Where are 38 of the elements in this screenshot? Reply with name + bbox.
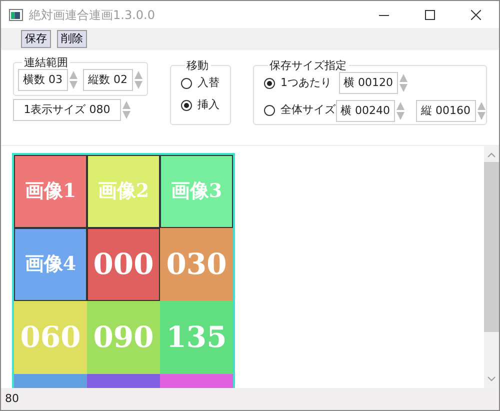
spin-field[interactable]: 縦数 02 <box>83 69 132 91</box>
group-label: 移動 <box>186 59 210 72</box>
spin-arrows-icon[interactable] <box>399 73 408 93</box>
radio-label: 1つあたり <box>280 74 332 91</box>
spin-field[interactable]: 横 00120 <box>338 72 398 94</box>
spin-field[interactable]: 横数 03 <box>18 69 68 91</box>
scroll-down-icon[interactable] <box>487 376 496 382</box>
group-label: 連結範囲 <box>23 56 69 69</box>
spin-arrows-icon[interactable] <box>122 100 131 120</box>
spin-field[interactable]: 横 00240 <box>336 100 395 122</box>
radio-label: 全体サイズ <box>280 102 336 118</box>
radio-label: 入替 <box>198 74 220 91</box>
image-tile[interactable]: 画像1 <box>14 155 87 228</box>
radio-button[interactable] <box>180 78 192 88</box>
app-icon <box>9 8 23 20</box>
status-bar: 80 <box>1 388 499 410</box>
radio-button[interactable] <box>264 105 274 116</box>
spin-field[interactable]: 1表示サイズ 080 <box>13 98 121 121</box>
close-icon <box>471 10 481 20</box>
scrollbar[interactable] <box>484 146 499 388</box>
spin-arrows-icon[interactable] <box>68 70 78 90</box>
group-label: 保存サイズ指定 <box>268 59 348 72</box>
spin-arrows-icon[interactable] <box>476 100 486 120</box>
spin-arrows-icon[interactable] <box>134 70 142 90</box>
toolbar-button[interactable]: 削除 <box>57 30 87 48</box>
toolbar-button[interactable]: 保存 <box>21 30 51 48</box>
maximize-icon <box>425 10 435 20</box>
radio-button[interactable] <box>264 78 274 88</box>
radio-button[interactable] <box>180 100 192 110</box>
scroll-up-icon[interactable] <box>487 152 496 158</box>
image-tile[interactable]: 画像4 <box>14 228 87 301</box>
image-tile[interactable]: 030 <box>160 228 233 301</box>
scroll-thumb[interactable] <box>484 162 499 332</box>
image-tile[interactable]: 000 <box>87 228 160 301</box>
spin-arrows-icon[interactable] <box>396 100 405 120</box>
radio-label: 挿入 <box>198 96 220 113</box>
spin-field[interactable]: 縦 00160 <box>416 100 476 122</box>
window-title: 絶対画連合連画1.3.0.0 <box>29 6 156 24</box>
